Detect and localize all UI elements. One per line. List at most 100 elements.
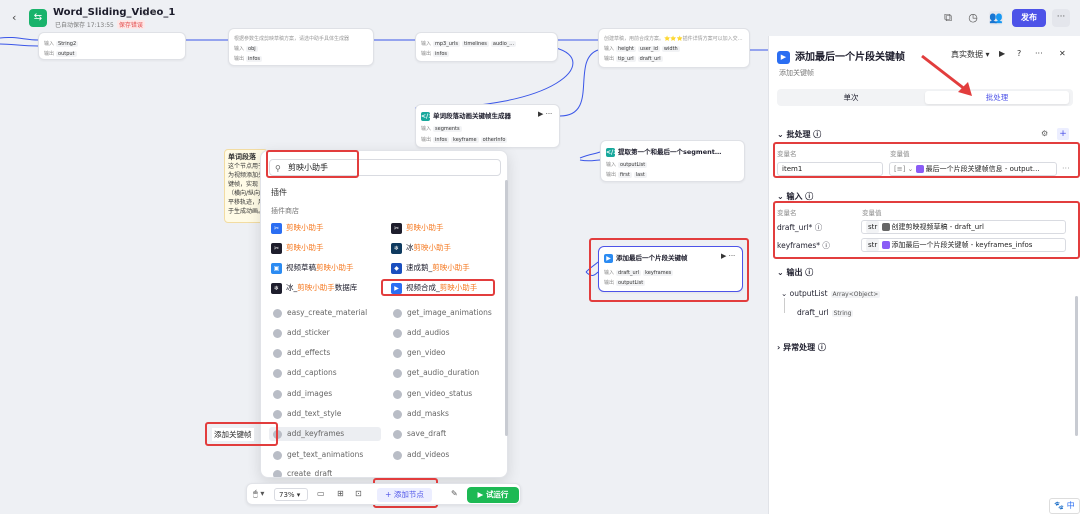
tool-icon <box>393 368 402 378</box>
add-node-button[interactable]: + 添加节点 <box>377 488 432 502</box>
node-input-row: 输入 outputList <box>606 162 648 168</box>
highlight-frame-plugin <box>381 279 495 296</box>
tab-single[interactable]: 单次 <box>781 91 921 104</box>
comment-icon[interactable]: ▭ <box>317 489 325 498</box>
tool-icon <box>273 328 282 338</box>
collaborator-icon[interactable]: 👥 <box>989 11 1003 25</box>
tool-icon <box>393 450 402 460</box>
tool-item[interactable]: save_draft <box>393 427 446 441</box>
tool-item[interactable]: get_image_animations <box>393 306 492 320</box>
tool-icon <box>393 389 402 399</box>
plugin-item[interactable]: ❄ 冰剪映小助手 <box>391 241 451 255</box>
tool-item[interactable]: add_text_style <box>273 407 341 421</box>
node-input-row: 输入 height user_id width <box>604 46 680 52</box>
help-icon[interactable]: ? <box>1017 49 1021 58</box>
output-child-item: draft_url String <box>797 308 854 317</box>
publish-button[interactable]: 发布 <box>1012 9 1046 27</box>
back-arrow-icon[interactable]: ‹ <box>12 11 16 24</box>
tool-item-add-keyframes[interactable]: add_keyframes <box>269 427 381 441</box>
plugin-item[interactable]: ✂ 剪映小助手 <box>271 241 324 255</box>
more-icon[interactable]: ··· <box>1035 49 1043 58</box>
tool-item[interactable]: create_draft <box>273 467 332 477</box>
node-config-panel: ▶ 添加最后一个片段关键帧 添加关键帧 真实数据 ▾ ▶ ? ··· ✕ 单次 批… <box>768 36 1080 514</box>
node-title: </>提取第一个和最后一个segment… <box>606 147 722 157</box>
node-title: </>单词段落动画关键帧生成器 <box>421 111 511 121</box>
plugin-item[interactable]: ▣ 视频草稿剪映小助手 <box>271 261 354 275</box>
plugin-icon: ▶ <box>777 50 790 64</box>
tool-icon <box>393 429 402 439</box>
highlight-frame-batch <box>773 142 1080 178</box>
node-string[interactable]: 输入 String2 输出 output <box>38 32 186 60</box>
code-icon: </> <box>606 147 619 157</box>
settings-icon[interactable]: ⚙ <box>1041 129 1048 138</box>
run-node-icon[interactable]: ▶ ··· <box>538 110 552 118</box>
node-create-draft[interactable]: 创建草稿，用前合成方案。⭐⭐⭐插件详情方案可以加入交… 输入 height user… <box>598 28 750 68</box>
node-audio-infos[interactable]: 输入 mp3_urls timelines audio_... 输出 infos <box>415 32 558 62</box>
close-icon[interactable]: ✕ <box>1059 49 1066 58</box>
highlight-frame-search <box>266 150 359 178</box>
history-icon[interactable]: ◷ <box>966 11 980 25</box>
language-button[interactable]: 🐾 中 <box>1049 498 1080 514</box>
tool-icon <box>393 308 402 318</box>
run-icon[interactable]: ▶ <box>999 49 1005 58</box>
plugin-icon: ▣ <box>271 262 282 274</box>
plugin-item[interactable]: ✂ 剪映小助手 <box>271 221 324 235</box>
tool-icon <box>273 469 282 477</box>
plugin-icon: ❄ <box>271 282 282 294</box>
tool-item[interactable]: gen_video_status <box>393 387 472 401</box>
tool-item[interactable]: gen_video <box>393 346 445 360</box>
node-input-row: 输入 mp3_urls timelines audio_... <box>421 41 517 47</box>
layout-icon[interactable]: ⊞ <box>337 489 344 498</box>
mouse-mode-icon[interactable]: 🖱 ▾ <box>253 489 264 499</box>
tool-item[interactable]: easy_create_material <box>273 306 367 320</box>
tool-icon <box>393 348 402 358</box>
more-button[interactable]: ··· <box>1052 9 1070 27</box>
plugin-item[interactable]: ❄ 冰_剪映小助手数据库 <box>271 281 357 295</box>
tool-icon <box>273 409 282 419</box>
tool-item[interactable]: add_audios <box>393 326 450 340</box>
tool-icon <box>393 328 402 338</box>
plugin-icon: ✂ <box>271 242 282 254</box>
panel-scrollbar[interactable] <box>1075 296 1078 436</box>
plugin-item[interactable]: ✂ 剪映小助手 <box>391 221 444 235</box>
tool-item[interactable]: add_captions <box>273 366 337 380</box>
tool-item[interactable]: add_sticker <box>273 326 330 340</box>
tool-icon <box>273 368 282 378</box>
batch-section-header[interactable]: ⌄ 批处理 ⓘ <box>777 129 821 140</box>
node-keyframe-generator[interactable]: </>单词段落动画关键帧生成器 ▶ ··· 输入 segments 输出 infos… <box>415 104 560 148</box>
debug-icon[interactable]: ✎ <box>451 489 458 498</box>
node-input-row: 输入 String2 <box>44 41 79 47</box>
node-draft-plan[interactable]: 根据参数生成剪映草稿方案，请选中助手具体生成器 输入 obj 输出 infos <box>228 28 374 66</box>
tool-icon <box>393 409 402 419</box>
copy-icon[interactable]: ⧉ <box>941 11 955 25</box>
highlight-frame-tooltip <box>205 422 278 446</box>
tool-item[interactable]: add_effects <box>273 346 330 360</box>
highlight-frame-node <box>589 238 749 302</box>
node-output-row: 输出 first last <box>606 172 647 178</box>
node-description: 创建草稿，用前合成方案。⭐⭐⭐插件详情方案可以加入交… <box>604 36 743 42</box>
add-icon[interactable]: + <box>1057 128 1069 140</box>
add-node-popup: ⚲ 剪映小助手 插件 插件商店 ✂ 剪映小助手 ✂ 剪映小助手 ✂ 剪映小助手 ❄ 冰剪映… <box>260 150 508 478</box>
node-description: 根据参数生成剪映草稿方案，请选中助手具体生成器 <box>234 36 350 42</box>
output-section-header[interactable]: ⌄ 输出 ⓘ <box>777 267 813 278</box>
test-run-button[interactable]: ▶ 试运行 <box>467 487 519 503</box>
node-output-row: 输出 infos <box>421 51 449 57</box>
error-section-header[interactable]: › 异常处理 ⓘ <box>777 342 826 353</box>
tool-item[interactable]: add_images <box>273 387 332 401</box>
zoom-select[interactable]: 73% ▾ <box>274 488 308 501</box>
tool-item[interactable]: get_audio_duration <box>393 366 479 380</box>
minimap-icon[interactable]: ⊡ <box>355 489 362 498</box>
tool-item[interactable]: get_text_animations <box>273 448 363 462</box>
popup-scrollbar[interactable] <box>505 180 508 436</box>
tool-item[interactable]: add_videos <box>393 448 449 462</box>
bottom-toolbar: 🖱 ▾ 73% ▾ ▭ ⊞ ⊡ + 添加节点 ✎ ▶ 试运行 <box>246 483 521 505</box>
plugin-item[interactable]: ◆ 速成鹅_剪映小助手 <box>391 261 470 275</box>
node-output-row: 输出 infos keyframe otherInfo <box>421 137 508 143</box>
node-extract-segments[interactable]: </>提取第一个和最后一个segment… 输入 outputList 输出 fir… <box>600 140 745 182</box>
section-plugin-store: 插件商店 <box>271 207 299 215</box>
save-error-badge: 保存错误 <box>116 20 145 29</box>
top-bar: ‹ ⇆ Word_Sliding_Video_1 ⓘ ✎ 已自动保存 17:13… <box>0 0 1080 36</box>
tool-item[interactable]: add_masks <box>393 407 449 421</box>
node-output-row: 输出 output <box>44 51 77 57</box>
info-icon[interactable]: ⓘ ✎ <box>142 8 157 18</box>
